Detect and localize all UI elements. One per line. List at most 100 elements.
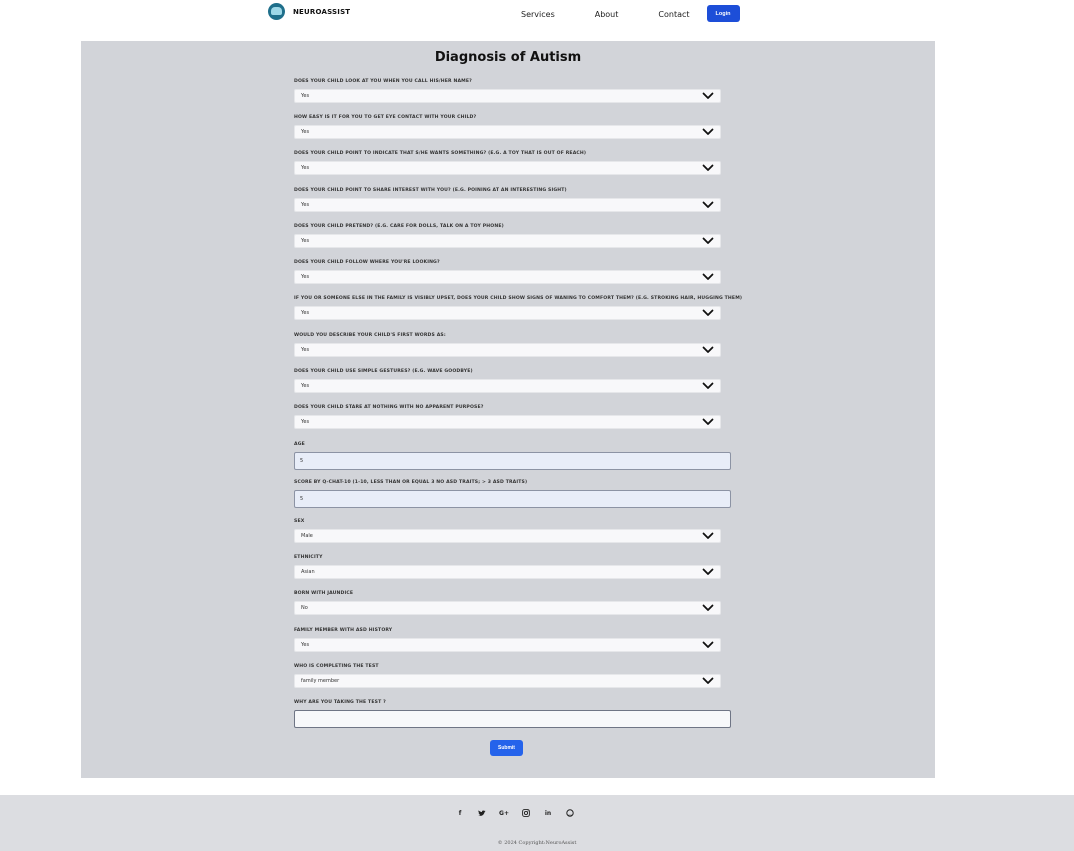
login-button[interactable]: Login: [706, 5, 740, 22]
ethnicity-field: ETHNICITY Asian: [294, 555, 721, 579]
question-label: IF YOU OR SOMEONE ELSE IN THE FAMILY IS …: [294, 296, 743, 301]
select-value: Yes: [301, 165, 310, 171]
question-field: HOW EASY IS IT FOR YOU TO GET EYE CONTAC…: [294, 115, 721, 139]
chevron-down-icon: [702, 92, 714, 99]
completer-label: WHO IS COMPLETING THE TEST: [294, 664, 379, 669]
question-select[interactable]: Yes: [294, 306, 721, 320]
question-field: DOES YOUR CHILD USE SIMPLE GESTURES? (E.…: [294, 369, 721, 393]
age-value: 5: [300, 458, 304, 464]
jaundice-label: BORN WITH JAUNDICE: [294, 591, 354, 596]
family-history-select[interactable]: Yes: [294, 638, 721, 652]
jaundice-select[interactable]: No: [294, 601, 721, 615]
chevron-down-icon: [702, 309, 714, 316]
chevron-down-icon: [702, 418, 714, 425]
question-label: WOULD YOU DESCRIBE YOUR CHILD'S FIRST WO…: [294, 333, 446, 338]
chevron-down-icon: [702, 346, 714, 353]
question-field: DOES YOUR CHILD FOLLOW WHERE YOU'RE LOOK…: [294, 260, 721, 284]
question-select[interactable]: Yes: [294, 161, 721, 175]
chevron-down-icon: [702, 164, 714, 171]
question-select[interactable]: Yes: [294, 198, 721, 212]
form-title: Diagnosis of Autism: [434, 50, 582, 65]
completer-select[interactable]: family member: [294, 674, 721, 688]
select-value: Yes: [301, 93, 310, 99]
age-field: AGE 5: [294, 442, 731, 470]
twitter-bird-shape: [478, 809, 486, 816]
question-field: WOULD YOU DESCRIBE YOUR CHILD'S FIRST WO…: [294, 333, 721, 357]
twitter-icon[interactable]: [471, 808, 493, 818]
copyright-text: © 2024 Copyright:NeuroAssist: [497, 840, 577, 846]
github-icon[interactable]: [559, 808, 581, 818]
age-label: AGE: [294, 442, 305, 447]
score-label: SCORE BY Q-CHAT-10 (1-10, LESS THAN OR E…: [294, 480, 528, 485]
question-label: DOES YOUR CHILD POINT TO INDICATE THAT S…: [294, 151, 587, 156]
select-value: Yes: [301, 238, 310, 244]
nav-link-about[interactable]: About: [595, 10, 619, 19]
question-label: DOES YOUR CHILD POINT TO SHARE INTEREST …: [294, 188, 567, 193]
linkedin-icon[interactable]: in: [537, 808, 559, 818]
question-label: DOES YOUR CHILD STARE AT NOTHING WITH NO…: [294, 405, 484, 410]
nav-link-services[interactable]: Services: [521, 10, 555, 19]
chevron-down-icon: [702, 532, 714, 539]
reason-input[interactable]: [294, 710, 731, 728]
select-value: Yes: [301, 419, 310, 425]
select-value: Yes: [301, 202, 310, 208]
chevron-down-icon: [702, 237, 714, 244]
reason-field: WHY ARE YOU TAKING THE TEST ?: [294, 700, 731, 728]
select-value: Yes: [301, 383, 310, 389]
question-select[interactable]: Yes: [294, 125, 721, 139]
question-field: IF YOU OR SOMEONE ELSE IN THE FAMILY IS …: [294, 296, 743, 320]
question-label: DOES YOUR CHILD USE SIMPLE GESTURES? (E.…: [294, 369, 473, 374]
chevron-down-icon: [702, 201, 714, 208]
question-select[interactable]: Yes: [294, 234, 721, 248]
select-value: Yes: [301, 310, 310, 316]
submit-button[interactable]: Submit: [490, 740, 523, 756]
ethnicity-select[interactable]: Asian: [294, 565, 721, 579]
question-label: DOES YOUR CHILD LOOK AT YOU WHEN YOU CAL…: [294, 79, 472, 84]
age-input[interactable]: 5: [294, 452, 731, 470]
score-input[interactable]: 5: [294, 490, 731, 508]
select-value: family member: [301, 678, 340, 684]
nav-links: Services About Contact Login: [521, 5, 740, 22]
question-label: HOW EASY IS IT FOR YOU TO GET EYE CONTAC…: [294, 115, 477, 120]
score-value: 5: [300, 496, 304, 502]
social-links: f G+ in: [449, 808, 581, 818]
question-select[interactable]: Yes: [294, 270, 721, 284]
nav-link-contact[interactable]: Contact: [658, 10, 689, 19]
chevron-down-icon: [702, 568, 714, 575]
question-select[interactable]: Yes: [294, 379, 721, 393]
question-select[interactable]: Yes: [294, 89, 721, 103]
select-value: Yes: [301, 347, 310, 353]
sex-select[interactable]: Male: [294, 529, 721, 543]
brand[interactable]: NEUROASSIST: [268, 3, 350, 20]
facebook-icon[interactable]: f: [449, 808, 471, 818]
jaundice-field: BORN WITH JAUNDICE No: [294, 591, 721, 615]
chevron-down-icon: [702, 382, 714, 389]
question-select[interactable]: Yes: [294, 343, 721, 357]
select-value: Yes: [301, 129, 310, 135]
question-field: DOES YOUR CHILD STARE AT NOTHING WITH NO…: [294, 405, 721, 429]
brain-logo-icon: [268, 3, 285, 20]
chevron-down-icon: [702, 604, 714, 611]
score-field: SCORE BY Q-CHAT-10 (1-10, LESS THAN OR E…: [294, 480, 731, 508]
chevron-down-icon: [702, 128, 714, 135]
question-label: DOES YOUR CHILD FOLLOW WHERE YOU'RE LOOK…: [294, 260, 440, 265]
github-shape: [566, 809, 574, 817]
reason-label: WHY ARE YOU TAKING THE TEST ?: [294, 700, 386, 705]
chevron-down-icon: [702, 641, 714, 648]
question-label: DOES YOUR CHILD PRETEND? (E.G. CARE FOR …: [294, 224, 504, 229]
question-field: DOES YOUR CHILD LOOK AT YOU WHEN YOU CAL…: [294, 79, 721, 103]
select-value: Asian: [301, 569, 315, 575]
instagram-icon[interactable]: [515, 808, 537, 818]
chevron-down-icon: [702, 273, 714, 280]
chevron-down-icon: [702, 677, 714, 684]
top-navbar: NEUROASSIST Services About Contact Login: [0, 0, 1074, 26]
diagnosis-form-panel: Diagnosis of Autism DOES YOUR CHILD LOOK…: [81, 41, 935, 778]
google-plus-icon[interactable]: G+: [493, 808, 515, 818]
select-value: Yes: [301, 274, 310, 280]
question-select[interactable]: Yes: [294, 415, 721, 429]
family-history-field: FAMILY MEMBER WITH ASD HISTORY Yes: [294, 628, 721, 652]
completer-field: WHO IS COMPLETING THE TEST family member: [294, 664, 721, 688]
family-history-label: FAMILY MEMBER WITH ASD HISTORY: [294, 628, 393, 633]
select-value: No: [301, 605, 308, 611]
question-field: DOES YOUR CHILD PRETEND? (E.G. CARE FOR …: [294, 224, 721, 248]
